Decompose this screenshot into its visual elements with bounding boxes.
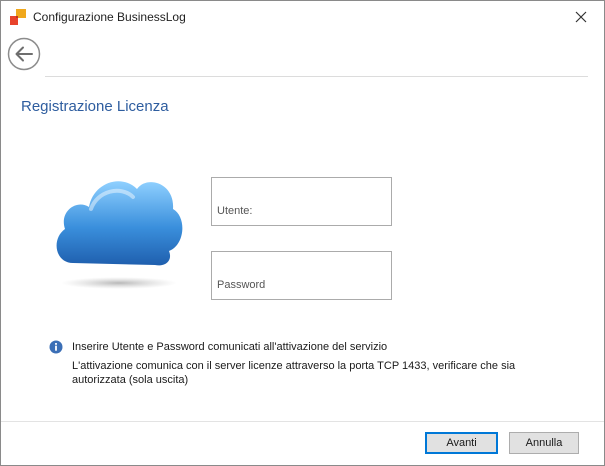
title-bar[interactable]: Configurazione BusinessLog [1, 1, 604, 32]
app-logo-icon [10, 9, 26, 25]
close-icon [575, 11, 587, 22]
close-button[interactable] [558, 1, 604, 32]
info-detail: L'attivazione comunica con il server lic… [72, 360, 516, 386]
info-icon [49, 340, 63, 354]
next-button[interactable]: Avanti [425, 432, 498, 454]
back-button[interactable] [7, 37, 41, 71]
dialog-window: Configurazione BusinessLog Registrazione… [0, 0, 605, 466]
header-divider [45, 76, 588, 77]
footer-divider [1, 421, 604, 422]
cancel-button[interactable]: Annulla [509, 432, 579, 454]
info-message: Inserire Utente e Password comunicati al… [72, 341, 388, 353]
password-field[interactable]: Password [211, 251, 395, 301]
window-title: Configurazione BusinessLog [33, 10, 186, 24]
page-title: Registrazione Licenza [21, 98, 169, 115]
username-input[interactable] [212, 178, 395, 227]
password-input[interactable] [212, 252, 395, 301]
cloud-icon [56, 181, 183, 289]
username-field[interactable]: Utente: [211, 177, 395, 227]
